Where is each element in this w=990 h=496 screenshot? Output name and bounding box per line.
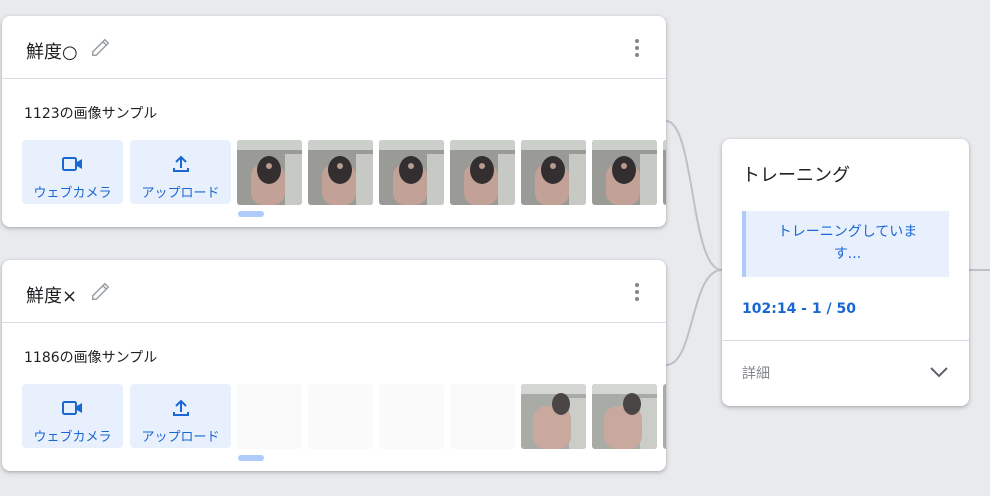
class-header: 鮮度○ [2, 16, 666, 79]
class-header: 鮮度× [2, 260, 666, 323]
sample-thumbnail[interactable] [237, 140, 302, 205]
webcam-label: ウェブカメラ [33, 430, 112, 445]
sample-thumbnail[interactable] [592, 384, 657, 449]
sample-thumbnail[interactable] [308, 384, 373, 449]
details-label: 詳細 [742, 366, 770, 382]
more-vert-icon[interactable] [634, 283, 640, 301]
training-status: トレーニングしていま す... [742, 211, 949, 277]
sample-count: 1123の画像サンプル [24, 106, 158, 122]
sample-thumbnail[interactable] [521, 384, 586, 449]
webcam-button[interactable]: ウェブカメラ [22, 384, 123, 448]
training-progress: 102:14 - 1 / 50 [742, 301, 856, 317]
upload-label: アップロード [141, 186, 220, 201]
training-title: トレーニング [742, 165, 850, 186]
sample-thumbnail[interactable] [379, 384, 444, 449]
sample-thumbnail[interactable] [592, 140, 657, 205]
connector-class-1 [665, 120, 723, 271]
sample-thumbnail[interactable] [663, 140, 666, 205]
connector-class-2 [665, 269, 723, 366]
upload-button[interactable]: アップロード [130, 140, 231, 204]
upload-button[interactable]: アップロード [130, 384, 231, 448]
details-toggle[interactable]: 詳細 [722, 341, 969, 406]
sample-thumbnail[interactable] [450, 140, 515, 205]
chevron-down-icon [930, 367, 948, 378]
training-card: トレーニング トレーニングしていま す... 102:14 - 1 / 50 詳… [722, 139, 969, 406]
class-name[interactable]: 鮮度× [26, 282, 77, 308]
training-status-line2: す... [833, 246, 862, 262]
training-status-line1: トレーニングしていま [777, 224, 918, 240]
pencil-icon[interactable] [90, 280, 112, 302]
webcam-label: ウェブカメラ [33, 186, 112, 201]
scroll-indicator[interactable] [238, 455, 264, 461]
sample-thumbnail[interactable] [450, 384, 515, 449]
sample-thumbnail[interactable] [521, 140, 586, 205]
class-name[interactable]: 鮮度○ [26, 38, 78, 64]
class-card: 鮮度× 1186の画像サンプル ウェブカメラ アップロード [2, 260, 666, 471]
sample-count: 1186の画像サンプル [24, 350, 158, 366]
sample-thumbnail[interactable] [237, 384, 302, 449]
scroll-indicator[interactable] [238, 211, 264, 217]
upload-icon [172, 399, 189, 416]
sample-thumbnail[interactable] [379, 140, 444, 205]
webcam-button[interactable]: ウェブカメラ [22, 140, 123, 204]
sample-thumbnail[interactable] [308, 140, 373, 205]
more-vert-icon[interactable] [634, 39, 640, 57]
class-card: 鮮度○ 1123の画像サンプル ウェブカメラ アップロード [2, 16, 666, 227]
pencil-icon[interactable] [90, 36, 112, 58]
upload-label: アップロード [141, 430, 220, 445]
videocam-icon [61, 157, 82, 171]
sample-thumbnail[interactable] [663, 384, 666, 449]
upload-icon [172, 155, 189, 172]
videocam-icon [61, 401, 82, 415]
